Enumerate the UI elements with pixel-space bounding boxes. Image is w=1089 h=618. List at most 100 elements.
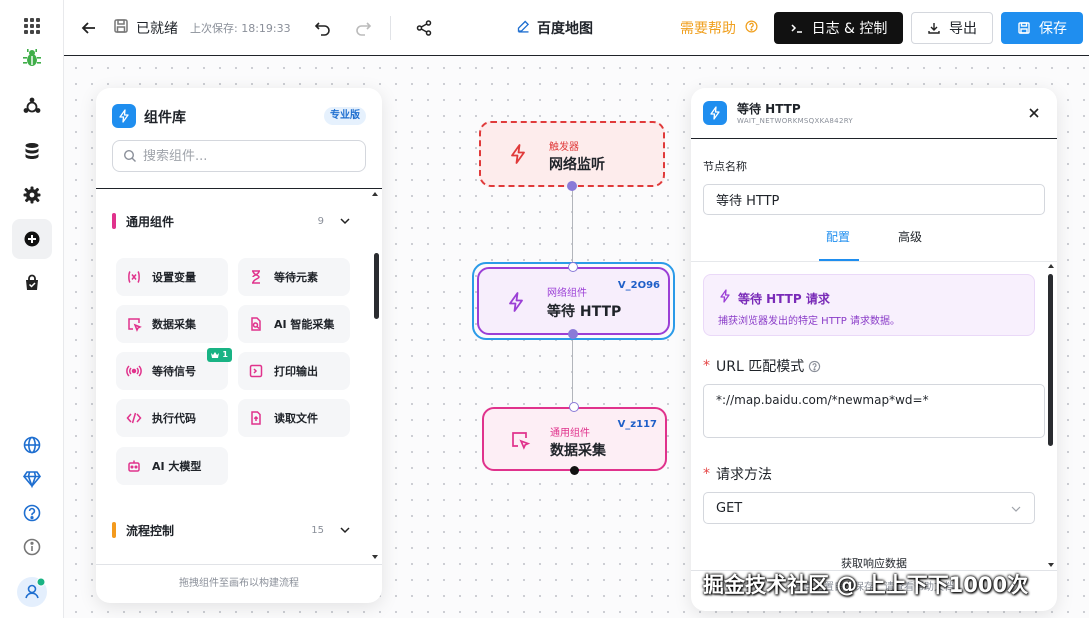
left-rail — [0, 0, 64, 618]
node-type: 触发器 — [549, 142, 579, 153]
component-library-panel: 组件库 专业版 通用组件 9 设置变量 等待元素 数据采集 AI 智能采集 等待… — [96, 88, 382, 603]
node-name-label: 节点名称 — [703, 160, 747, 173]
component-ai-model[interactable]: AI 大模型 — [116, 447, 228, 485]
node-name-input[interactable] — [703, 184, 1045, 215]
hub-icon[interactable] — [12, 87, 52, 127]
status-text: 已就绪 — [136, 21, 178, 37]
save-button[interactable]: 保存 — [1001, 12, 1083, 44]
properties-scrollbar[interactable] — [1048, 274, 1053, 446]
export-button[interactable]: 导出 — [911, 12, 993, 44]
last-saved-time: 上次保存: 18:19:33 — [190, 22, 291, 35]
save-status: 已就绪 上次保存: 18:19:33 — [112, 0, 291, 56]
question-circle-icon[interactable] — [808, 360, 821, 373]
info-icon[interactable] — [12, 527, 52, 567]
url-pattern-input[interactable]: *://map.baidu.com/*newmap*wd=* — [703, 384, 1045, 438]
node-data-collect[interactable]: 通用组件 数据采集 V_z117 — [482, 407, 667, 471]
signal-icon — [126, 365, 142, 377]
chevron-down-icon — [340, 218, 350, 225]
node-id: V_z117 — [617, 419, 657, 430]
workflow-title[interactable]: 百度地图 — [516, 0, 593, 56]
watermark: 掘金技术社区 @ 上上下下1000次 — [703, 573, 1029, 597]
info-description: 捕获浏览器发出的特定 HTTP 请求数据。 — [718, 316, 900, 327]
pro-badge: 专业版 — [324, 107, 366, 125]
scroll-up-arrow[interactable] — [1048, 264, 1054, 268]
cursor-select-icon — [512, 432, 531, 450]
robot-icon — [128, 460, 140, 472]
edge-trigger-to-http[interactable] — [572, 186, 573, 268]
library-hint: 拖拽组件至画布以构建流程 — [179, 578, 299, 589]
close-icon[interactable] — [1027, 106, 1041, 120]
url-pattern-label: * URL 匹配模式 — [703, 356, 821, 376]
node-wait-http[interactable]: 网络组件 等待 HTTP V_2O96 — [477, 267, 670, 335]
component-data-collect[interactable]: 数据采集 — [116, 305, 228, 343]
tab-config[interactable]: 配置 — [826, 228, 850, 245]
node-id: V_2O96 — [617, 280, 660, 291]
lightning-icon — [509, 292, 523, 312]
ai-scan-icon — [251, 317, 261, 331]
library-title: 组件库 — [144, 110, 186, 126]
undo-icon[interactable] — [314, 0, 332, 56]
output-port[interactable] — [567, 181, 577, 191]
terminal-icon — [249, 364, 263, 378]
edit-pencil-icon — [516, 19, 531, 38]
group-flow-control[interactable]: 流程控制 15 — [112, 520, 358, 540]
scroll-up-arrow[interactable] — [372, 192, 378, 196]
chevron-down-icon — [1011, 506, 1021, 512]
input-port[interactable] — [568, 262, 578, 272]
log-console-button[interactable]: 日志 & 控制 — [774, 12, 903, 44]
component-search[interactable] — [112, 140, 366, 172]
database-icon[interactable] — [12, 131, 52, 171]
workflow-name: 百度地图 — [537, 21, 593, 37]
node-name: 网络监听 — [549, 157, 605, 173]
lightning-icon — [720, 289, 730, 303]
node-name: 数据采集 — [550, 443, 606, 459]
node-info-card: 等待 HTTP 请求 捕获浏览器发出的特定 HTTP 请求数据。 — [703, 274, 1035, 336]
variable-icon — [128, 271, 140, 283]
request-method-select[interactable]: GET — [703, 492, 1035, 524]
bug-logo-icon[interactable] — [12, 38, 52, 78]
tab-advanced[interactable]: 高级 — [898, 228, 922, 245]
add-circle-icon[interactable] — [12, 219, 52, 259]
redo-icon[interactable] — [354, 0, 372, 56]
node-trigger[interactable]: 触发器 网络监听 — [479, 121, 665, 187]
edge-http-to-collect[interactable] — [572, 334, 573, 408]
cursor-select-icon — [128, 318, 142, 332]
output-port[interactable] — [568, 329, 578, 339]
lightning-logo-icon — [112, 104, 136, 128]
help-link[interactable]: 需要帮助 — [680, 0, 759, 56]
component-ai-collect[interactable]: AI 智能采集 — [238, 305, 350, 343]
lightning-logo-icon — [703, 101, 727, 125]
shopping-bag-icon[interactable] — [12, 263, 52, 303]
question-circle-icon — [744, 19, 759, 38]
node-type: 网络组件 — [547, 288, 587, 299]
user-avatar[interactable] — [12, 572, 52, 612]
component-run-code[interactable]: 执行代码 — [116, 399, 228, 437]
back-arrow-icon[interactable] — [80, 0, 98, 56]
search-icon — [123, 149, 136, 162]
component-set-variable[interactable]: 设置变量 — [116, 258, 228, 296]
code-icon — [126, 412, 142, 424]
lightning-icon — [511, 144, 525, 164]
input-port[interactable] — [569, 402, 579, 412]
node-name: 等待 HTTP — [547, 304, 622, 320]
crown-icon — [211, 352, 220, 358]
component-wait-signal[interactable]: 等待信号 1 — [116, 348, 232, 390]
scroll-down-arrow[interactable] — [372, 555, 378, 559]
node-type: 通用组件 — [550, 428, 590, 439]
top-bar: 已就绪 上次保存: 18:19:33 百度地图 需要帮助 日志 & 控制 导出 … — [64, 0, 1089, 56]
settings-gear-icon[interactable] — [12, 175, 52, 215]
search-input[interactable] — [143, 148, 343, 164]
info-title: 等待 HTTP 请求 — [738, 292, 830, 306]
component-read-file[interactable]: 读取文件 — [238, 399, 350, 437]
disk-icon — [112, 17, 130, 39]
component-print-output[interactable]: 打印输出 — [238, 352, 350, 390]
node-identifier: WAIT_NETWORKMSQXKA842RY — [737, 117, 853, 125]
request-method-label: * 请求方法 — [703, 466, 772, 483]
library-scrollbar[interactable] — [374, 253, 379, 319]
group-general[interactable]: 通用组件 9 — [112, 211, 358, 231]
component-wait-element[interactable]: 等待元素 — [238, 258, 350, 296]
chevron-down-icon — [340, 527, 350, 534]
hourglass-icon — [252, 270, 260, 284]
share-icon[interactable] — [415, 0, 433, 56]
output-port[interactable] — [570, 466, 579, 475]
